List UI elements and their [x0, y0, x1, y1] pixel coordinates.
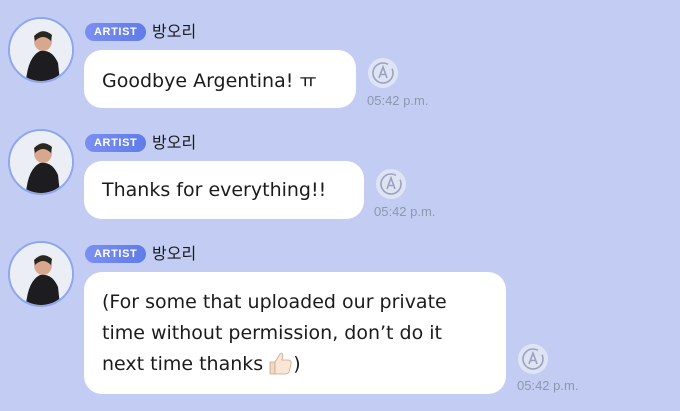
message-text: next time thanks [102, 353, 264, 375]
sender-name: 방오리 [152, 133, 197, 152]
timestamp: 05:42 p.m. [374, 204, 436, 219]
message-text: Goodbye Argentina! ㅠ [102, 69, 317, 92]
avatar[interactable] [8, 241, 74, 307]
read-receipt-a-icon [376, 169, 406, 199]
message-text: Thanks for everything!! [102, 179, 327, 201]
read-receipt-a-icon [518, 344, 548, 374]
sender-name: 방오리 [152, 244, 197, 263]
avatar-photo [10, 243, 72, 305]
sender-name: 방오리 [152, 22, 197, 41]
artist-badge: ARTIST [85, 134, 147, 152]
read-receipt-a-icon [368, 58, 398, 88]
timestamp: 05:42 p.m. [517, 378, 579, 393]
message-text-line: time without permission, don’t do it [102, 322, 442, 344]
message-text-closing: ) [293, 353, 301, 375]
avatar[interactable] [8, 129, 74, 195]
artist-badge: ARTIST [85, 23, 147, 41]
thumbs-up-icon [267, 350, 293, 386]
avatar-photo [10, 131, 72, 193]
message-text-line: (For some that uploaded our private [102, 291, 447, 313]
artist-badge: ARTIST [85, 245, 147, 263]
avatar[interactable] [8, 17, 74, 83]
message-bubble[interactable]: Goodbye Argentina! ㅠ [84, 50, 356, 108]
message-bubble[interactable]: Thanks for everything!! [84, 161, 364, 219]
message-text-line: next time thanks ) [102, 349, 488, 386]
avatar-photo [10, 19, 72, 81]
timestamp: 05:42 p.m. [367, 93, 429, 108]
message-bubble[interactable]: (For some that uploaded our private time… [84, 272, 506, 394]
